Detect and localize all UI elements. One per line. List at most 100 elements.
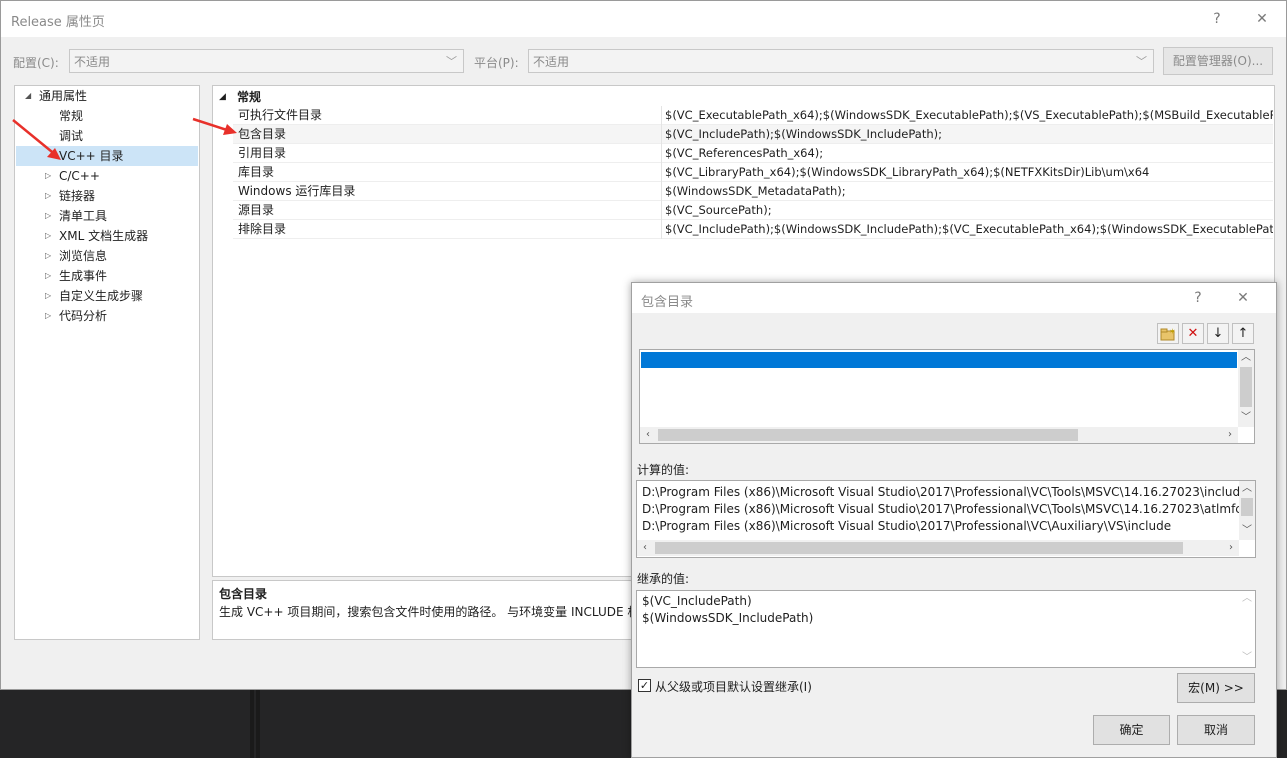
row-value: $(VC_ReferencesPath_x64);	[665, 146, 824, 160]
delete-x-icon: ✕	[1187, 326, 1199, 341]
row-value: $(VC_IncludePath);$(WindowsSDK_IncludePa…	[665, 127, 943, 141]
collapsed-triangle-icon: ▷	[45, 191, 52, 200]
red-arrow-annotation	[192, 117, 237, 135]
chevron-up-icon[interactable]: ︿	[1238, 350, 1254, 366]
tree-item-label: 清单工具	[59, 209, 108, 223]
tree-item-label: 自定义生成步骤	[59, 289, 144, 303]
arrow-up-icon: ↑	[1237, 326, 1249, 341]
row-value: $(VC_LibraryPath_x64);$(WindowsSDK_Libra…	[665, 165, 1150, 179]
chevron-down-icon: ﹀	[1136, 55, 1147, 68]
chevron-down-icon: ﹀	[446, 55, 457, 68]
checkmark-icon: ✓	[639, 679, 650, 692]
scroll-thumb[interactable]	[1240, 367, 1252, 407]
row-value: $(VC_SourcePath);	[665, 203, 772, 217]
collapsed-triangle-icon: ▷	[45, 211, 52, 220]
cancel-button[interactable]: 取消	[1177, 715, 1255, 745]
chevron-down-icon[interactable]: ﹀	[1239, 523, 1255, 539]
chevron-down-icon[interactable]: ﹀	[1238, 410, 1254, 426]
computed-line: D:\Program Files (x86)\Microsoft Visual …	[642, 485, 1248, 499]
tree-item-manifest-tool[interactable]: ▷ 清单工具	[45, 206, 108, 226]
red-arrow-annotation	[12, 119, 61, 160]
column-divider	[661, 163, 662, 182]
grid-row[interactable]: 可执行文件目录 $(VC_ExecutablePath_x64);$(Window…	[233, 106, 1273, 125]
move-down-button[interactable]: ↓	[1207, 323, 1229, 344]
chevron-left-icon[interactable]: ‹	[637, 540, 653, 556]
inherit-checkbox[interactable]: ✓	[638, 679, 651, 692]
grid-category[interactable]: ◢ 常规	[219, 88, 261, 106]
tree-item-label: 生成事件	[59, 269, 108, 283]
expanded-triangle-icon: ◢	[219, 92, 226, 102]
row-name: 可执行文件目录	[238, 108, 323, 122]
tree-item-label: C/C++	[59, 169, 100, 183]
collapsed-triangle-icon: ▷	[45, 251, 52, 260]
inherit-checkbox-label: 从父级或项目默认设置继承(I)	[655, 680, 812, 694]
ide-divider	[256, 690, 260, 758]
row-value: $(VC_IncludePath);$(WindowsSDK_IncludePa…	[665, 222, 1273, 236]
expanded-triangle-icon: ◢	[25, 91, 32, 100]
vertical-scrollbar[interactable]: ︿ ﹀	[1238, 350, 1254, 427]
scroll-thumb[interactable]	[655, 542, 1183, 554]
config-manager-button[interactable]: 配置管理器(O)...	[1163, 47, 1273, 75]
collapsed-triangle-icon: ▷	[45, 271, 52, 280]
inherited-line: $(WindowsSDK_IncludePath)	[642, 611, 814, 625]
tree-item-browse-info[interactable]: ▷ 浏览信息	[45, 246, 107, 266]
row-value: $(VC_ExecutablePath_x64);$(WindowsSDK_Ex…	[665, 108, 1273, 122]
list-item-selected[interactable]	[641, 352, 1237, 368]
collapsed-triangle-icon: ▷	[45, 231, 52, 240]
grid-row[interactable]: 排除目录 $(VC_IncludePath);$(WindowsSDK_Inclu…	[233, 220, 1273, 239]
chevron-right-icon[interactable]: ›	[1222, 427, 1238, 443]
computed-values-label: 计算的值:	[637, 463, 690, 477]
vertical-scrollbar[interactable]: ︿ ﹀	[1239, 591, 1255, 667]
help-icon[interactable]: ?	[1205, 9, 1229, 29]
horizontal-scrollbar[interactable]: ‹ ›	[637, 540, 1239, 556]
tree-item-linker[interactable]: ▷ 链接器	[45, 186, 95, 206]
grid-row[interactable]: 库目录 $(VC_LibraryPath_x64);$(WindowsSDK_Li…	[233, 163, 1273, 182]
new-folder-icon: ✶	[1160, 327, 1176, 341]
chevron-up-icon[interactable]: ︿	[1239, 481, 1255, 497]
tree-item-common-properties[interactable]: ◢ 通用属性	[25, 86, 199, 106]
tree-item-custom-build[interactable]: ▷ 自定义生成步骤	[45, 286, 144, 306]
new-line-button[interactable]: ✶	[1157, 323, 1179, 344]
grid-row[interactable]: 引用目录 $(VC_ReferencesPath_x64);	[233, 144, 1273, 163]
arrow-down-icon: ↓	[1212, 326, 1224, 341]
column-divider	[661, 144, 662, 163]
include-directories-dialog: 包含目录 ? ✕ ✶ ✕ ↓ ↑ ︿ ﹀ ‹ › 计算的值: D:\Progra…	[631, 282, 1277, 758]
row-name: 源目录	[238, 203, 275, 217]
collapsed-triangle-icon: ▷	[45, 291, 52, 300]
horizontal-scrollbar[interactable]: ‹ ›	[640, 427, 1238, 443]
chevron-up-icon[interactable]: ︿	[1239, 591, 1255, 607]
tree-item-xml-doc[interactable]: ▷ XML 文档生成器	[45, 226, 148, 246]
scroll-thumb[interactable]	[658, 429, 1078, 441]
help-icon[interactable]: ?	[1186, 288, 1210, 308]
tree-item-code-analysis[interactable]: ▷ 代码分析	[45, 306, 107, 326]
grid-row[interactable]: Windows 运行库目录 $(WindowsSDK_MetadataPath);	[233, 182, 1273, 201]
vertical-scrollbar[interactable]: ︿ ﹀	[1239, 481, 1255, 540]
config-dropdown[interactable]: 不适用 ﹀	[69, 49, 464, 73]
directory-list[interactable]: ︿ ﹀ ‹ ›	[639, 349, 1255, 444]
tree-item-cpp[interactable]: ▷ C/C++	[45, 166, 100, 186]
dialog-title-bar: Release 属性页 ? ✕	[1, 1, 1286, 37]
grid-row[interactable]: 源目录 $(VC_SourcePath);	[233, 201, 1273, 220]
close-icon[interactable]: ✕	[1250, 9, 1274, 29]
ok-button[interactable]: 确定	[1093, 715, 1170, 745]
grid-row-selected[interactable]: 包含目录 $(VC_IncludePath);$(WindowsSDK_Inclu…	[233, 125, 1273, 144]
computed-values-box: D:\Program Files (x86)\Microsoft Visual …	[636, 480, 1256, 558]
delete-line-button[interactable]: ✕	[1182, 323, 1204, 344]
tree-item-label: 通用属性	[39, 89, 88, 103]
platform-label: 平台(P):	[474, 56, 519, 70]
tree-item-build-events[interactable]: ▷ 生成事件	[45, 266, 108, 286]
macro-button[interactable]: 宏(M) >>	[1177, 673, 1255, 703]
platform-dropdown[interactable]: 不适用 ﹀	[528, 49, 1154, 73]
move-up-button[interactable]: ↑	[1232, 323, 1254, 344]
column-divider	[661, 182, 662, 201]
scroll-thumb[interactable]	[1241, 498, 1253, 516]
chevron-right-icon[interactable]: ›	[1223, 540, 1239, 556]
chevron-down-icon[interactable]: ﹀	[1239, 650, 1255, 666]
computed-line: D:\Program Files (x86)\Microsoft Visual …	[642, 502, 1246, 516]
close-icon[interactable]: ✕	[1231, 288, 1255, 308]
row-name: 引用目录	[238, 146, 287, 160]
inherited-values-box: $(VC_IncludePath) $(WindowsSDK_IncludePa…	[636, 590, 1256, 668]
chevron-left-icon[interactable]: ‹	[640, 427, 656, 443]
row-name: Windows 运行库目录	[238, 184, 356, 198]
row-name: 库目录	[238, 165, 275, 179]
